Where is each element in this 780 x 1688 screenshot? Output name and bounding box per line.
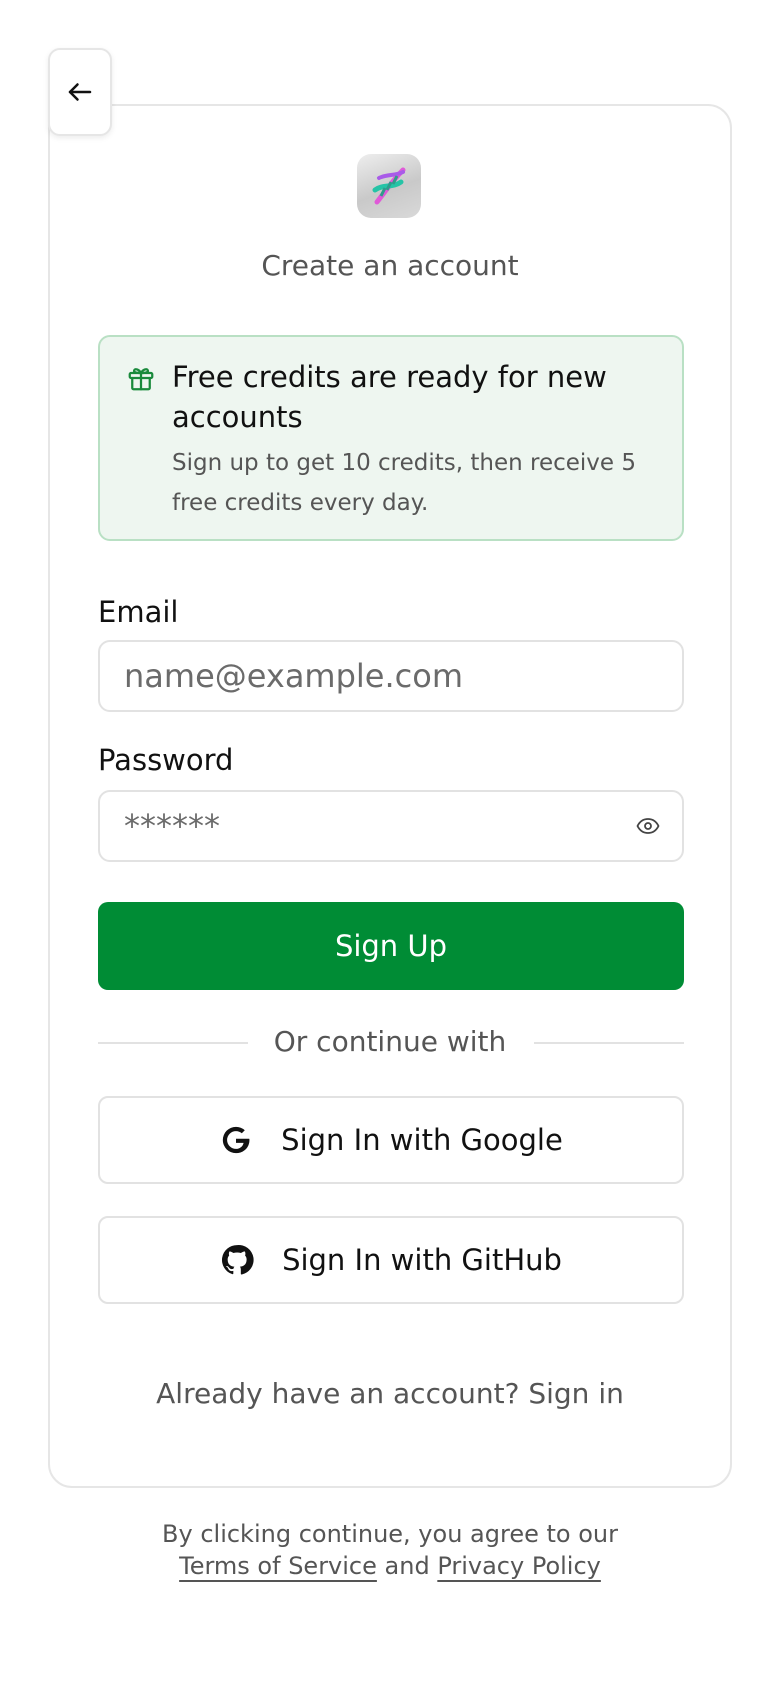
page-title: Create an account (261, 249, 519, 282)
email-field[interactable] (98, 640, 684, 712)
free-credits-banner: Free credits are ready for new accounts … (98, 335, 684, 541)
app-logo (357, 154, 421, 218)
google-sign-in-button[interactable]: Sign In with Google (98, 1096, 684, 1184)
eye-icon (636, 818, 660, 834)
password-label: Password (98, 743, 234, 777)
terms-of-service-link[interactable]: Terms of Service (179, 1552, 377, 1580)
toggle-password-visibility[interactable] (628, 810, 668, 842)
dna-icon (372, 167, 406, 205)
github-sign-in-button[interactable]: Sign In with GitHub (98, 1216, 684, 1304)
google-sign-in-label: Sign In with Google (281, 1123, 563, 1157)
sign-in-link[interactable]: Sign in (528, 1377, 624, 1410)
promo-title: Free credits are ready for new accounts (172, 360, 607, 434)
sign-up-button[interactable]: Sign Up (98, 902, 684, 990)
already-have-account: Already have an account? Sign in (48, 1374, 732, 1414)
github-sign-in-label: Sign In with GitHub (282, 1243, 562, 1277)
privacy-policy-link[interactable]: Privacy Policy (437, 1552, 601, 1580)
promo-description: Sign up to get 10 credits, then receive … (172, 450, 637, 516)
email-label: Email (98, 595, 179, 629)
already-have-account-text: Already have an account? (156, 1377, 529, 1410)
legal-notice: By clicking continue, you agree to our T… (48, 1518, 732, 1582)
google-icon (222, 1126, 250, 1154)
legal-and: and (376, 1552, 438, 1580)
password-field[interactable] (98, 790, 684, 862)
divider-line-right (534, 1042, 684, 1044)
arrow-left-icon (68, 83, 92, 101)
legal-prefix: By clicking continue, you agree to our (162, 1520, 618, 1548)
gift-icon (128, 368, 154, 391)
back-button[interactable] (48, 48, 112, 136)
github-icon (222, 1245, 254, 1275)
